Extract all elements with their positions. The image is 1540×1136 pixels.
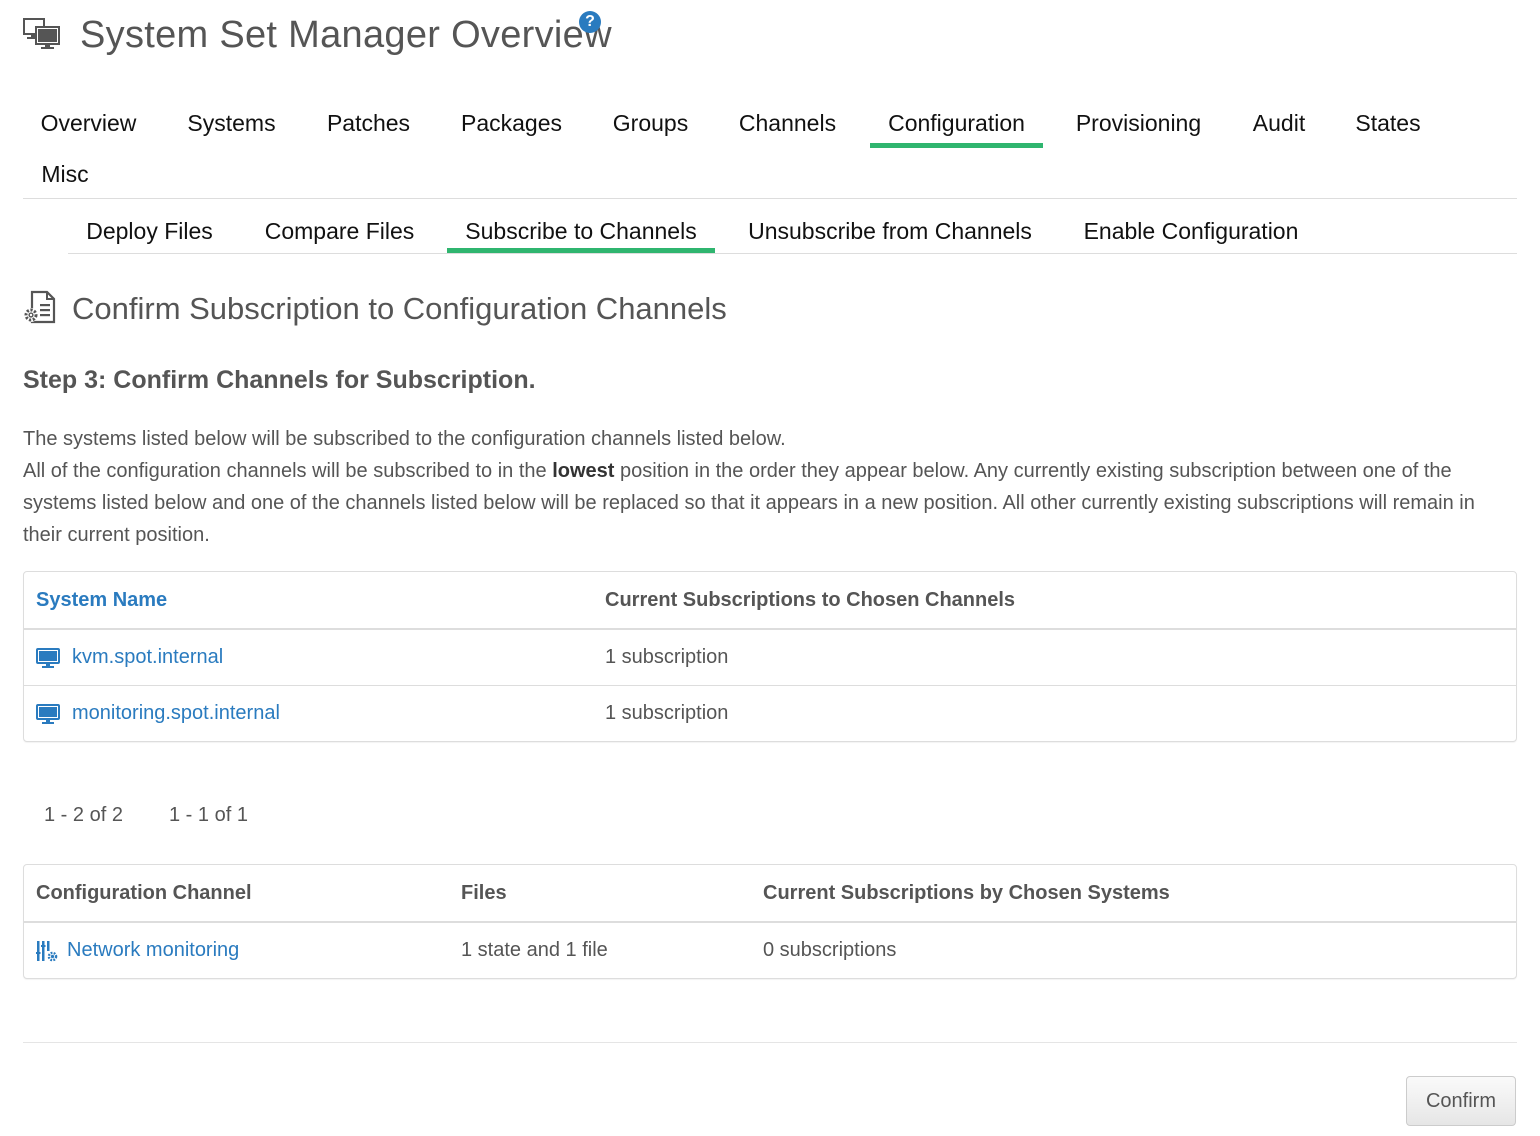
desktop-icon bbox=[36, 703, 60, 724]
subscriptions-cell: 1 subscription bbox=[593, 685, 1516, 741]
channel-link[interactable]: Network monitoring bbox=[67, 939, 239, 961]
tab-states[interactable]: States bbox=[1339, 98, 1437, 148]
channels-table: Configuration Channel Files Current Subs… bbox=[23, 864, 1517, 979]
subscriptions-cell: 0 subscriptions bbox=[763, 939, 897, 961]
tab-channels[interactable]: Channels bbox=[722, 98, 853, 148]
question-circle-icon[interactable]: ? bbox=[579, 11, 601, 33]
description-bold: lowest bbox=[552, 460, 615, 482]
tab-provisioning[interactable]: Provisioning bbox=[1060, 98, 1217, 148]
section-title: Confirm Subscription to Configuration Ch… bbox=[72, 291, 727, 326]
subscriptions-cell: 1 subscription bbox=[605, 646, 729, 668]
description-line-2: All of the configuration channels will b… bbox=[23, 455, 1517, 551]
page-header: System Set Manager Overview ? bbox=[23, 0, 1517, 78]
subtab-unsubscribe-from-channels[interactable]: Unsubscribe from Channels bbox=[732, 206, 1048, 253]
description: The systems listed below will be subscri… bbox=[23, 423, 1517, 551]
table-row: monitoring.spot.internal 1 subscription bbox=[24, 685, 1516, 741]
system-link[interactable]: kvm.spot.internal bbox=[72, 646, 223, 668]
tab-overview[interactable]: Overview bbox=[23, 98, 154, 148]
files-cell: 1 state and 1 file bbox=[461, 939, 608, 961]
subtab-subscribe-to-channels[interactable]: Subscribe to Channels bbox=[447, 206, 715, 253]
column-header-system-name[interactable]: System Name bbox=[24, 572, 593, 630]
column-header-files: Files bbox=[449, 865, 751, 923]
tab-packages[interactable]: Packages bbox=[444, 98, 579, 148]
column-header-current-subscriptions-by-systems: Current Subscriptions by Chosen Systems bbox=[751, 865, 1516, 923]
channel-name-cell: Network monitoring bbox=[24, 922, 449, 978]
subtab-compare-files[interactable]: Compare Files bbox=[248, 206, 431, 253]
channels-pagination: 1 - 1 of 1 bbox=[169, 804, 248, 826]
page-title: System Set Manager Overview bbox=[80, 14, 612, 56]
subtab-enable-configuration[interactable]: Enable Configuration bbox=[1067, 206, 1315, 253]
column-header-configuration-channel: Configuration Channel bbox=[24, 865, 449, 923]
tab-configuration[interactable]: Configuration bbox=[870, 98, 1043, 148]
tab-misc[interactable]: Misc bbox=[23, 149, 107, 199]
systems-pagination: 1 - 2 of 2 bbox=[44, 804, 123, 826]
tab-audit[interactable]: Audit bbox=[1235, 98, 1323, 148]
column-header-current-subscriptions: Current Subscriptions to Chosen Channels bbox=[593, 572, 1516, 630]
description-text: All of the configuration channels will b… bbox=[23, 460, 553, 482]
system-set-icon bbox=[23, 18, 60, 49]
table-row: Network monitoring 1 state and 1 file 0 … bbox=[24, 922, 1516, 978]
config-file-gear-icon bbox=[24, 290, 56, 324]
tab-patches[interactable]: Patches bbox=[310, 98, 427, 148]
description-line-1: The systems listed below will be subscri… bbox=[23, 428, 786, 450]
table-row: kvm.spot.internal 1 subscription bbox=[24, 629, 1516, 686]
confirm-button[interactable]: Confirm bbox=[1406, 1076, 1516, 1126]
sub-tabs: Deploy Files Compare Files Subscribe to … bbox=[68, 206, 1517, 254]
step-title: Step 3: Confirm Channels for Subscriptio… bbox=[23, 366, 536, 394]
desktop-icon bbox=[36, 647, 60, 668]
divider bbox=[23, 1042, 1517, 1043]
systems-table: System Name Current Subscriptions to Cho… bbox=[23, 571, 1517, 742]
tab-systems[interactable]: Systems bbox=[171, 98, 292, 148]
system-link[interactable]: monitoring.spot.internal bbox=[72, 702, 280, 724]
subtab-deploy-files[interactable]: Deploy Files bbox=[68, 206, 231, 253]
section-heading: Confirm Subscription to Configuration Ch… bbox=[23, 288, 1023, 332]
main-tabs: Overview Systems Patches Packages Groups… bbox=[23, 98, 1517, 199]
state-channel-icon bbox=[36, 940, 58, 962]
tab-groups[interactable]: Groups bbox=[596, 98, 705, 148]
system-name-cell: monitoring.spot.internal bbox=[24, 685, 593, 741]
system-name-cell: kvm.spot.internal bbox=[24, 629, 593, 686]
